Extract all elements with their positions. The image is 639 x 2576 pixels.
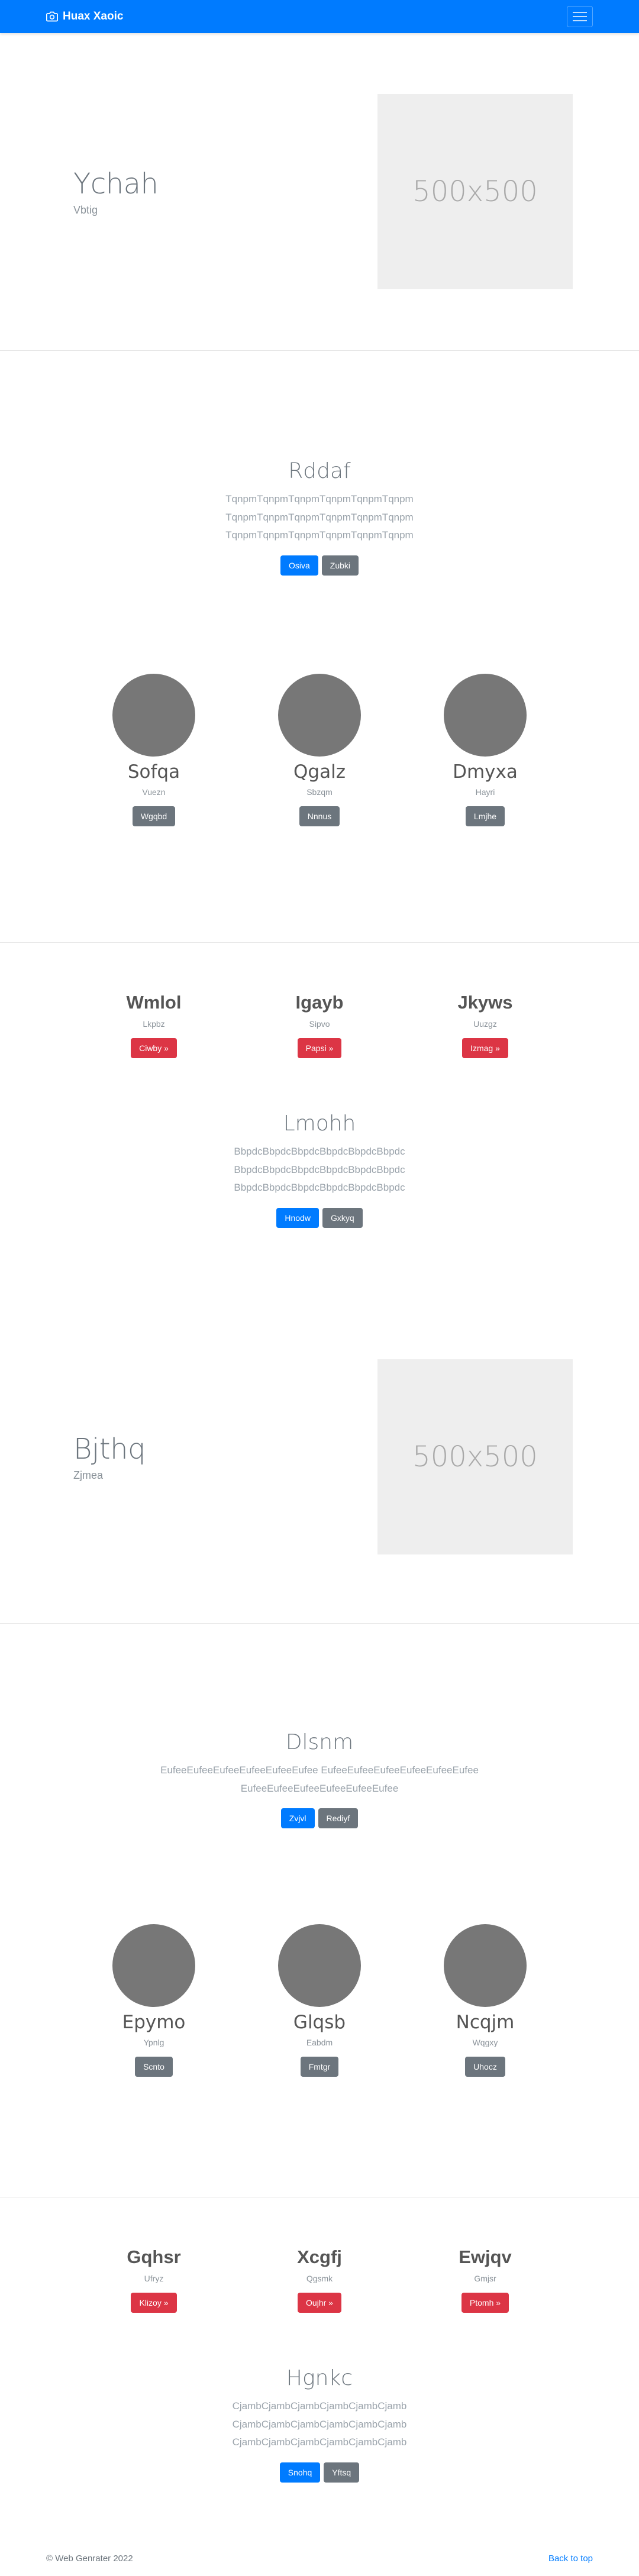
avatar [278, 1924, 361, 2008]
content-block-4: Hgnkc CjambCjambCjambCjambCjambCjamb Cja… [0, 2366, 639, 2483]
hero-subtitle: Zjmea [73, 1469, 104, 1481]
feature-card: Jkyws Uuzgz Izmag » [402, 992, 568, 1058]
profile-card: Epymo Ypnlg Scnto [71, 1924, 237, 2077]
profile-name: Dmyxa [453, 761, 518, 783]
feature-title: Jkyws [457, 992, 513, 1013]
avatar [112, 673, 195, 757]
content-block-1: Rddaf TqnpmTqnpmTqnpmTqnpmTqnpmTqnpm Tqn… [0, 459, 639, 576]
profile-name: Glqsb [293, 2012, 346, 2034]
primary-button[interactable]: Osiva [280, 555, 318, 576]
copyright-text: © Web Genrater 2022 [46, 2553, 133, 2564]
camera-icon [46, 11, 58, 22]
feature-card: Xcgfj Qgsmk Oujhr » [237, 2247, 402, 2313]
profile-button[interactable]: Lmjhe [465, 806, 505, 826]
content-section-2: Dlsnm EufeeEufeeEufeeEufeeEufeeEufee Euf… [0, 1624, 639, 2197]
feature-title: Gqhsr [127, 2247, 181, 2267]
block-text: TqnpmTqnpmTqnpmTqnpmTqnpmTqnpm TqnpmTqnp… [225, 493, 414, 541]
primary-button[interactable]: Hnodw [276, 1207, 319, 1228]
footer: © Web Genrater 2022 Back to top [0, 2541, 639, 2576]
feature-card: Ewjqv Gmjsr Ptomh » [402, 2247, 568, 2313]
hamburger-icon [573, 12, 587, 13]
feature-card: Wmlol Lkpbz Ciwby » [71, 992, 237, 1058]
profiles-row-2: Epymo Ypnlg Scnto Glqsb Eabdm Fmtgr Ncqj… [0, 1924, 639, 2077]
avatar [278, 673, 361, 757]
brand-link[interactable]: Huax Xaoic [46, 10, 123, 23]
primary-button[interactable]: Snohq [279, 2462, 321, 2483]
block-text: CjambCjambCjambCjambCjambCjamb CjambCjam… [232, 2400, 407, 2448]
hero-image-placeholder: 500x500 [377, 1359, 573, 1554]
feature-subtitle: Ufryz [144, 2274, 164, 2283]
feature-button[interactable]: Papsi » [297, 1038, 342, 1058]
feature-subtitle: Uuzgz [473, 1019, 497, 1029]
block-text: EufeeEufeeEufeeEufeeEufeeEufee EufeeEufe… [160, 1764, 479, 1794]
profile-name: Epymo [122, 2012, 186, 2034]
hero-section-1: Ychah Vbtig 500x500 [0, 33, 639, 351]
secondary-button[interactable]: Rediyf [318, 1808, 359, 1829]
feature-title: Ewjqv [459, 2247, 512, 2267]
feature-card: Gqhsr Ufryz Klizoy » [71, 2247, 237, 2313]
secondary-button[interactable]: Gxkyq [322, 1207, 363, 1228]
profile-button[interactable]: Wgqbd [132, 806, 176, 826]
profiles-row-1: Sofqa Vuezn Wgqbd Qgalz Sbzqm Nnnus Dmyx… [0, 673, 639, 826]
features-row-1: Wmlol Lkpbz Ciwby » Igayb Sipvo Papsi » … [0, 992, 639, 1058]
profile-button[interactable]: Nnnus [299, 806, 340, 826]
profile-card: Dmyxa Hayri Lmjhe [402, 673, 568, 826]
navbar: Huax Xaoic [0, 0, 639, 33]
content-block-3: Dlsnm EufeeEufeeEufeeEufeeEufeeEufee Euf… [0, 1730, 639, 1829]
profile-button[interactable]: Uhocz [465, 2057, 505, 2077]
feature-subtitle: Lkpbz [143, 1019, 165, 1029]
block-title: Dlsnm [285, 1730, 354, 1754]
profile-name: Ncqjm [456, 2012, 515, 2034]
feature-button[interactable]: Ptomh » [461, 2293, 509, 2313]
hero-image-placeholder: 500x500 [377, 94, 573, 289]
hero-title: Ychah [73, 167, 159, 201]
profile-button[interactable]: Fmtgr [300, 2057, 339, 2077]
features-section-2: Gqhsr Ufryz Klizoy » Xcgfj Qgsmk Oujhr »… [0, 2197, 639, 2541]
block-text: BbpdcBbpdcBbpdcBbpdcBbpdcBbpdc BbpdcBbpd… [234, 1146, 405, 1194]
secondary-button[interactable]: Yftsq [324, 2462, 360, 2483]
profile-card: Glqsb Eabdm Fmtgr [237, 1924, 402, 2077]
profile-subtitle: Eabdm [306, 2038, 333, 2048]
feature-title: Xcgfj [297, 2247, 342, 2267]
profile-name: Sofqa [127, 761, 180, 783]
avatar [112, 1924, 195, 2008]
profile-card: Sofqa Vuezn Wgqbd [71, 673, 237, 826]
feature-card: Igayb Sipvo Papsi » [237, 992, 402, 1058]
profile-card: Ncqjm Wqgxy Uhocz [402, 1924, 568, 2077]
profile-subtitle: Vuezn [142, 787, 166, 797]
profile-subtitle: Sbzqm [306, 787, 333, 797]
profile-subtitle: Ypnlg [143, 2038, 164, 2048]
feature-title: Igayb [295, 992, 344, 1013]
block-title: Rddaf [288, 459, 351, 483]
avatar [444, 673, 527, 757]
profile-subtitle: Hayri [475, 787, 495, 797]
block-title: Lmohh [283, 1111, 356, 1136]
feature-subtitle: Sipvo [309, 1019, 330, 1029]
feature-subtitle: Qgsmk [306, 2274, 333, 2283]
profile-button[interactable]: Scnto [135, 2057, 173, 2077]
menu-toggle-button[interactable] [567, 6, 593, 27]
feature-button[interactable]: Ciwby » [131, 1038, 177, 1058]
hero-title: Bjthq [73, 1432, 146, 1466]
profile-name: Qgalz [293, 761, 346, 783]
primary-button[interactable]: Zvjvl [280, 1808, 315, 1829]
hero-section-2: Bjthq Zjmea 500x500 [0, 1291, 639, 1624]
feature-button[interactable]: Izmag » [462, 1038, 508, 1058]
feature-button[interactable]: Oujhr » [298, 2293, 341, 2313]
feature-button[interactable]: Klizoy » [131, 2293, 177, 2313]
profile-subtitle: Wqgxy [472, 2038, 498, 2048]
brand-name: Huax Xaoic [63, 10, 124, 22]
hero-subtitle: Vbtig [73, 203, 98, 216]
profile-card: Qgalz Sbzqm Nnnus [237, 673, 402, 826]
features-row-2: Gqhsr Ufryz Klizoy » Xcgfj Qgsmk Oujhr »… [0, 2247, 639, 2313]
features-section-1: Wmlol Lkpbz Ciwby » Igayb Sipvo Papsi » … [0, 943, 639, 1291]
content-section-1: Rddaf TqnpmTqnpmTqnpmTqnpmTqnpmTqnpm Tqn… [0, 351, 639, 943]
feature-subtitle: Gmjsr [474, 2274, 496, 2283]
secondary-button[interactable]: Zubki [321, 555, 359, 576]
avatar [444, 1924, 527, 2008]
block-title: Hgnkc [286, 2366, 353, 2390]
content-block-2: Lmohh BbpdcBbpdcBbpdcBbpdcBbpdcBbpdc Bbp… [0, 1111, 639, 1228]
feature-title: Wmlol [126, 992, 182, 1013]
back-to-top-link[interactable]: Back to top [548, 2554, 593, 2564]
